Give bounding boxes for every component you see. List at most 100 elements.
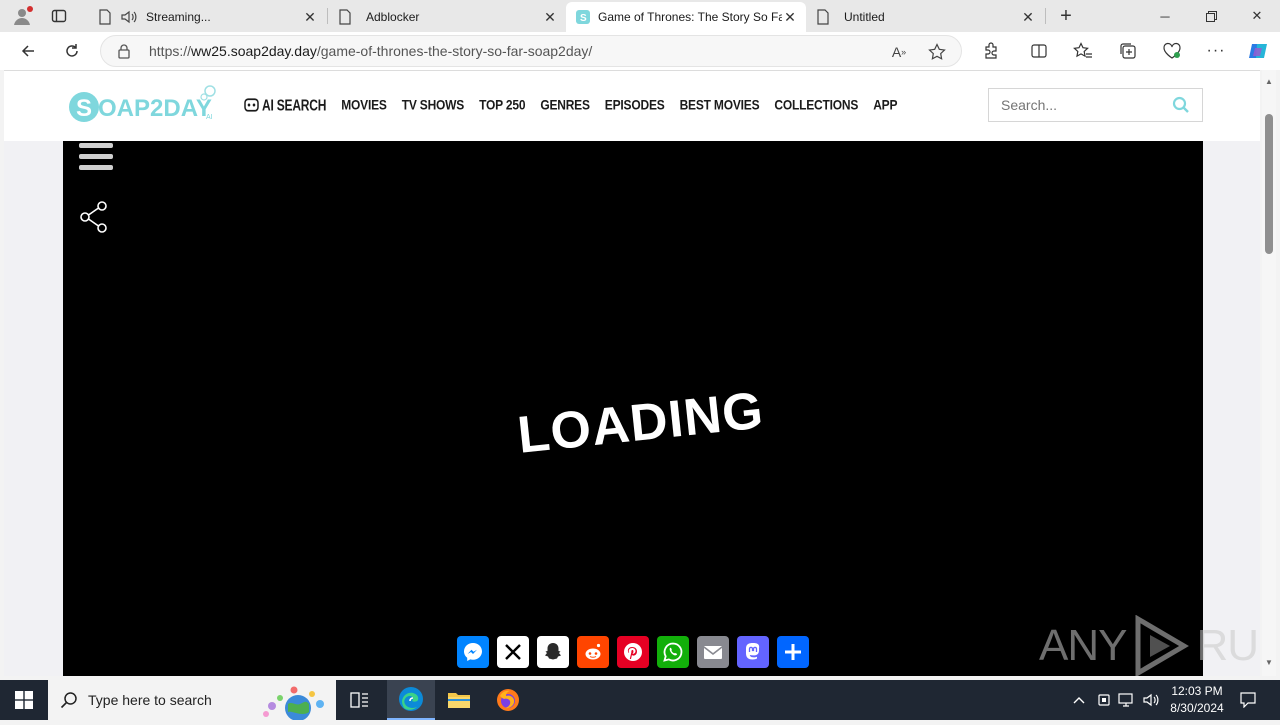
- profile-avatar-button[interactable]: [8, 4, 36, 28]
- tab-close-button[interactable]: ✕: [1020, 9, 1036, 25]
- search-icon[interactable]: [1172, 96, 1190, 119]
- site-search-input[interactable]: [1001, 97, 1161, 113]
- nav-episodes[interactable]: EPISODES: [605, 97, 665, 113]
- email-envelope-icon: [703, 646, 723, 659]
- tab-close-button[interactable]: ✕: [782, 9, 798, 25]
- favorite-star-icon[interactable]: [927, 42, 947, 62]
- messenger-share-button[interactable]: [457, 636, 489, 668]
- tray-device-button[interactable]: [1094, 680, 1114, 720]
- whatsapp-icon: [663, 642, 683, 662]
- windows-logo-icon: [15, 691, 33, 709]
- nav-top-250[interactable]: TOP 250: [479, 97, 525, 113]
- tray-network-button[interactable]: [1116, 680, 1138, 720]
- collections-button[interactable]: [1114, 37, 1142, 65]
- player-menu-button[interactable]: [79, 143, 113, 171]
- hamburger-line: [79, 154, 113, 159]
- snapchat-share-button[interactable]: [537, 636, 569, 668]
- watermark-any: ANY: [1039, 621, 1127, 670]
- close-window-button[interactable]: ✕: [1234, 0, 1280, 32]
- mastodon-share-button[interactable]: [737, 636, 769, 668]
- task-view-icon: [350, 692, 368, 708]
- taskbar-firefox-button[interactable]: [484, 680, 532, 720]
- player-share-button[interactable]: [79, 201, 109, 238]
- device-icon: [1098, 694, 1110, 706]
- folder-icon: [448, 693, 470, 708]
- back-arrow-icon: [21, 45, 34, 57]
- refresh-button[interactable]: [58, 37, 86, 65]
- svg-text:S: S: [580, 13, 587, 24]
- hamburger-line: [79, 165, 113, 170]
- settings-menu-button[interactable]: ···: [1202, 37, 1230, 65]
- tab-adblocker[interactable]: Adblocker ✕: [328, 2, 566, 32]
- taskbar-clock[interactable]: 12:03 PM 8/30/2024: [1160, 683, 1234, 717]
- pinterest-icon: [624, 643, 642, 661]
- x-share-button[interactable]: [497, 636, 529, 668]
- whatsapp-share-button[interactable]: [657, 636, 689, 668]
- tab-game-of-thrones[interactable]: S Game of Thrones: The Story So Fa ✕: [566, 2, 806, 32]
- nav-best-movies[interactable]: BEST MOVIES: [680, 97, 760, 113]
- clock-time: 12:03 PM: [1171, 684, 1223, 698]
- svg-text:S: S: [76, 95, 92, 122]
- addtoany-share-button[interactable]: [777, 636, 809, 668]
- split-screen-button[interactable]: [1025, 37, 1053, 65]
- heartbeat-icon: [1163, 42, 1181, 59]
- nav-movies[interactable]: MOVIES: [341, 97, 387, 113]
- taskbar-file-explorer-button[interactable]: [435, 680, 483, 720]
- tab-actions-button[interactable]: [44, 4, 74, 28]
- reddit-share-button[interactable]: [577, 636, 609, 668]
- scroll-up-arrow-icon[interactable]: ▲: [1265, 78, 1273, 86]
- taskbar-search-box[interactable]: Type here to search: [48, 680, 336, 721]
- tray-overflow-button[interactable]: [1068, 680, 1090, 720]
- anyrun-watermark: ANY RUN: [1039, 615, 1260, 676]
- nav-app[interactable]: APP: [873, 97, 897, 113]
- page-icon: [817, 9, 829, 25]
- tab-close-button[interactable]: ✕: [542, 9, 558, 25]
- tray-volume-button[interactable]: [1140, 680, 1162, 720]
- address-bar[interactable]: https://ww25.soap2day.day/game-of-throne…: [100, 35, 962, 67]
- back-button[interactable]: [14, 37, 42, 65]
- taskbar-edge-button[interactable]: [387, 680, 435, 720]
- restore-button[interactable]: [1188, 0, 1234, 32]
- extensions-button[interactable]: [977, 37, 1005, 65]
- browser-toolbar: https://ww25.soap2day.day/game-of-throne…: [0, 32, 1280, 70]
- site-logo[interactable]: S OAP2DAY AI: [68, 83, 218, 129]
- pinterest-share-button[interactable]: [617, 636, 649, 668]
- nav-collections[interactable]: COLLECTIONS: [774, 97, 858, 113]
- page-scrollbar[interactable]: ▲ ▼: [1262, 70, 1276, 676]
- new-tab-button[interactable]: +: [1054, 4, 1078, 28]
- search-icon: [60, 691, 78, 714]
- notification-dot: [27, 6, 33, 12]
- lock-icon[interactable]: [117, 43, 133, 59]
- edge-browser-icon: [399, 687, 423, 711]
- tab-streaming[interactable]: Streaming... ✕: [88, 2, 326, 32]
- scroll-down-arrow-icon[interactable]: ▼: [1265, 659, 1273, 667]
- read-aloud-icon[interactable]: A»: [889, 42, 909, 62]
- url-text[interactable]: https://ww25.soap2day.day/game-of-throne…: [149, 43, 592, 59]
- site-search-box: [988, 88, 1203, 122]
- start-button[interactable]: [0, 680, 48, 720]
- minimize-button[interactable]: ─: [1142, 0, 1188, 32]
- taskbar-search-placeholder: Type here to search: [88, 692, 212, 708]
- nav-ai-search[interactable]: AI SEARCH: [244, 96, 326, 114]
- browser-essentials-button[interactable]: [1158, 37, 1186, 65]
- tab-untitled[interactable]: Untitled ✕: [806, 2, 1044, 32]
- video-player[interactable]: LOADING ANY RU: [63, 141, 1260, 676]
- email-share-button[interactable]: [697, 636, 729, 668]
- browser-tab-strip: Streaming... ✕ Adblocker ✕ S Game of Thr…: [0, 0, 1280, 32]
- logo-text: OAP2DAY: [98, 95, 212, 122]
- copilot-button[interactable]: [1244, 37, 1272, 65]
- tab-close-button[interactable]: ✕: [302, 9, 318, 25]
- reddit-icon: [585, 643, 601, 660]
- notification-center-button[interactable]: [1236, 680, 1260, 720]
- speaker-icon[interactable]: [120, 9, 138, 25]
- scrollbar-thumb[interactable]: [1265, 114, 1273, 254]
- url-prefix: https://: [149, 43, 192, 59]
- task-view-button[interactable]: [336, 680, 384, 720]
- favorites-button[interactable]: [1069, 37, 1097, 65]
- favorites-icon: [1073, 42, 1092, 58]
- nav-tv-shows[interactable]: TV SHOWS: [402, 97, 465, 113]
- nav-genres[interactable]: GENRES: [540, 97, 590, 113]
- search-highlight-globe-icon: [260, 684, 330, 725]
- page-icon: [99, 9, 111, 25]
- puzzle-icon: [985, 42, 997, 59]
